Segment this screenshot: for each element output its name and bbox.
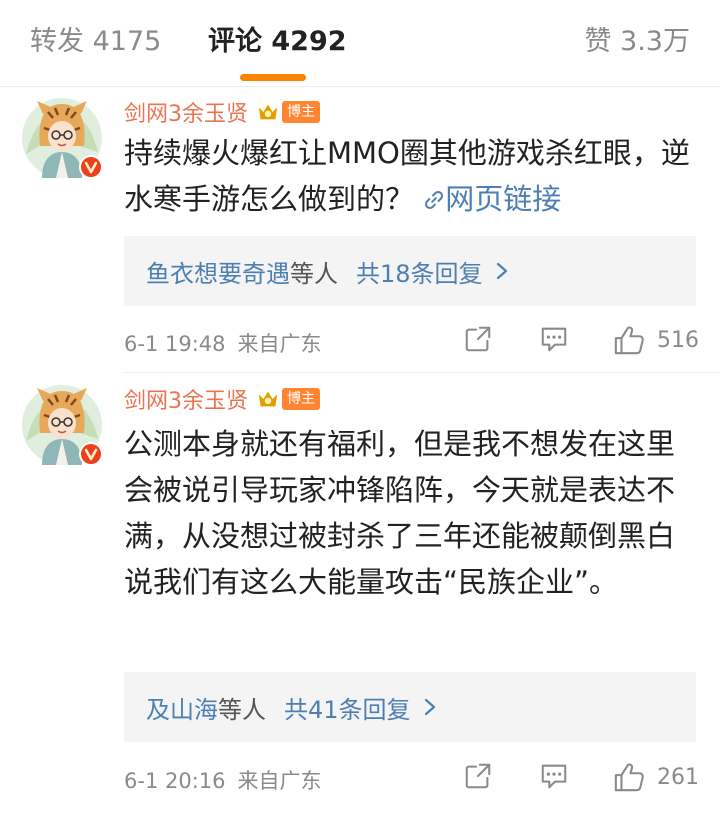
comment-icon [539, 324, 569, 354]
comment-body: 公测本身就还有福利，但是我不想发在这里会被说引导玩家冲锋陷阵，今天就是表达不满，… [124, 427, 676, 599]
blogger-badge: 博主 [256, 387, 320, 411]
reply-suffix: 等人 [290, 259, 338, 288]
replies-preview[interactable]: 鱼衣想要奇遇 等人 共18条回复 [124, 236, 696, 306]
comment-meta: 6-1 20:16 来自广东 [124, 765, 322, 795]
like-button[interactable]: 261 [613, 761, 699, 793]
comment-location: 来自广东 [237, 332, 322, 356]
share-button[interactable] [463, 324, 493, 354]
reply-users[interactable]: 鱼衣想要奇遇 [146, 254, 290, 289]
chevron-right-icon [495, 261, 509, 281]
comment-item: 剑网3余玉贤 博主 持续爆火爆红让MMO圈其他游戏杀红眼，逆水寒手游怎么做到的？… [0, 88, 720, 373]
username[interactable]: 剑网3余玉贤 [124, 96, 248, 128]
link-icon [423, 189, 445, 211]
tabs-divider [0, 86, 720, 87]
comment-time: 6-1 20:16 [124, 769, 226, 793]
web-link[interactable]: 网页链接 [423, 182, 561, 216]
share-icon [463, 761, 493, 791]
comment-text: 公测本身就还有福利，但是我不想发在这里会被说引导玩家冲锋陷阵，今天就是表达不满，… [124, 421, 698, 605]
share-icon [463, 324, 493, 354]
like-button[interactable]: 516 [613, 324, 699, 356]
comment-location: 来自广东 [237, 769, 322, 793]
active-tab-indicator [240, 74, 306, 81]
tab-reposts[interactable]: 转发 4175 [30, 22, 161, 62]
like-count: 261 [657, 764, 699, 790]
thumbs-up-icon [613, 761, 645, 793]
author-row: 剑网3余玉贤 博主 [124, 95, 320, 129]
blogger-badge: 博主 [256, 100, 320, 124]
thumbs-up-icon [613, 324, 645, 356]
reply-users[interactable]: 及山海 [146, 690, 218, 725]
author-row: 剑网3余玉贤 博主 [124, 382, 320, 416]
username[interactable]: 剑网3余玉贤 [124, 383, 248, 415]
crown-icon [256, 100, 280, 124]
comment-tabs: 转发 4175 评论 4292 赞 3.3万 [0, 0, 720, 88]
avatar[interactable] [22, 98, 102, 178]
replies-preview[interactable]: 及山海 等人 共41条回复 [124, 672, 696, 742]
chevron-right-icon [423, 697, 437, 717]
badge-label: 博主 [282, 388, 320, 410]
reply-button[interactable] [539, 761, 569, 791]
web-link-label: 网页链接 [445, 182, 562, 216]
comment-meta: 6-1 19:48 来自广东 [124, 328, 322, 358]
comment-text: 持续爆火爆红让MMO圈其他游戏杀红眼，逆水寒手游怎么做到的？ 网页链接 [124, 130, 698, 222]
reply-count[interactable]: 共18条回复 [356, 254, 483, 289]
comment-time: 6-1 19:48 [124, 332, 226, 356]
verified-v-icon [78, 441, 104, 467]
verified-v-icon [78, 154, 104, 180]
tab-likes[interactable]: 赞 3.3万 [584, 22, 690, 62]
like-count: 516 [657, 327, 699, 353]
share-button[interactable] [463, 761, 493, 791]
comment-divider [124, 372, 720, 373]
avatar[interactable] [22, 385, 102, 465]
reply-button[interactable] [539, 324, 569, 354]
reply-count[interactable]: 共41条回复 [284, 690, 411, 725]
tab-comments[interactable]: 评论 4292 [208, 22, 347, 62]
badge-label: 博主 [282, 101, 320, 123]
comment-body: 持续爆火爆红让MMO圈其他游戏杀红眼，逆水寒手游怎么做到的？ [124, 136, 690, 216]
comment-icon [539, 761, 569, 791]
crown-icon [256, 387, 280, 411]
comment-item: 剑网3余玉贤 博主 公测本身就还有福利，但是我不想发在这里会被说引导玩家冲锋陷阵… [0, 375, 720, 816]
reply-suffix: 等人 [218, 695, 266, 724]
